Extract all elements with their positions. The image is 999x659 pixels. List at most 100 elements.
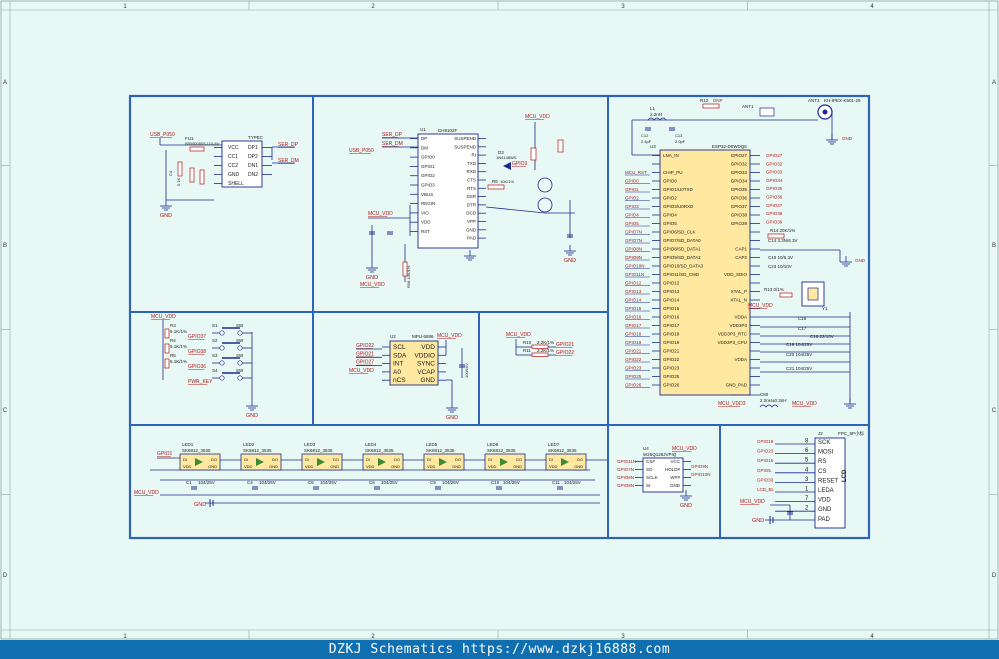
- mcu-pin-left: GPIO25: [663, 374, 680, 379]
- switch-ref: S3: [212, 353, 218, 358]
- switch-contact: [219, 375, 225, 381]
- led-pin: GND: [574, 464, 583, 469]
- net-label: GPIO38: [188, 349, 206, 355]
- mcu-pin-left: GPIO26: [663, 383, 680, 388]
- mcu-net-right: GPIO32: [766, 161, 783, 166]
- imu-part: MPU-6886: [412, 334, 434, 339]
- gnd-label: GND: [752, 518, 764, 524]
- cap-value: 2.4pF: [641, 139, 652, 144]
- zone-row-marker: D: [3, 573, 8, 579]
- lcd-net: GPIO23: [757, 449, 774, 454]
- zone-row-marker: C: [992, 408, 997, 414]
- lcd-label: LCD: [842, 469, 848, 482]
- net-label: MCU_VDD: [672, 446, 697, 452]
- mcu-net-left: GPIO22: [625, 357, 642, 362]
- res-value: 10K/1%: [500, 179, 514, 184]
- ch9102-pin-left: GPIO1: [421, 164, 435, 169]
- led-pin: VDD: [488, 464, 497, 469]
- cap-value: 100/10V: [464, 363, 469, 378]
- ch9102-pin-left: GPIO2: [421, 173, 435, 178]
- mcu-pin-left: GPIO4: [663, 213, 677, 218]
- lcd-net: GPIO18: [757, 439, 774, 444]
- led-part: SK6812_3535: [243, 448, 272, 453]
- ch9102-pin-left: VDD: [421, 220, 431, 225]
- switch-contact: [219, 345, 225, 351]
- cap-ref: C12: [641, 133, 649, 138]
- footer-text: DZKJ Schematics https://www.dzkj16888.co…: [328, 642, 671, 657]
- mcu-pin-right: VDD_SDIO: [724, 272, 748, 277]
- mcu-pin-left: GPIO5: [663, 221, 677, 226]
- net-label: MCU_VDD: [134, 490, 159, 496]
- net-label: SER_DP: [278, 142, 299, 148]
- net-label: GPIO37: [188, 334, 206, 340]
- led-pin: DO: [516, 457, 522, 462]
- mcu-pin-right: VDDA: [734, 315, 747, 320]
- net-label: GPIO1: [157, 451, 173, 457]
- zone-row-marker: C: [3, 408, 8, 414]
- lcd-part: FPC_8P小标: [838, 430, 865, 437]
- mcu-pin-right: CAP1: [735, 247, 747, 252]
- led-pin: DO: [394, 457, 400, 462]
- usb-pin-right: DN1: [248, 163, 258, 169]
- mcu-pin-left: GPIO16: [663, 315, 680, 320]
- button-pullup: [164, 343, 170, 354]
- button-pullup: [164, 328, 170, 339]
- usb-pin-right: DP2: [248, 154, 258, 160]
- usb-pin-left: CC2: [228, 163, 238, 169]
- mcu-pin-left: GPIO15: [663, 306, 680, 311]
- schematic-content: USB_P050FU1BSMD0805-110-6VTYPECVCCCC1CC2…: [128, 94, 871, 540]
- lcd-pin-name: GND: [818, 507, 832, 513]
- led-pin: DI: [427, 457, 431, 462]
- net-label: GPIO21: [556, 342, 574, 348]
- usb-pin-right: DN2: [248, 172, 258, 178]
- mcu-pin-left: GPIO10/SD_DATA3: [663, 264, 704, 269]
- led-part: SK6812_3535: [182, 448, 211, 453]
- mcu-ref: U3: [650, 144, 656, 149]
- cap-label: 2.2nH±0.3nH: [760, 398, 787, 403]
- gnd-label: GND: [246, 413, 258, 419]
- led-cap-ref: C5: [308, 480, 314, 485]
- led-pin: DI: [305, 457, 309, 462]
- flash-net-left: GPIO11N: [617, 459, 636, 464]
- mcu-net-left: GPIO9N: [625, 255, 642, 260]
- antenna-ref: ANT2: [808, 98, 820, 103]
- mcu-pin-right: CAP2: [735, 255, 747, 260]
- mcu-pin-left: GPIO8/SD_DATA1: [663, 247, 701, 252]
- inductor: [759, 404, 779, 408]
- led-pin: DI: [244, 457, 248, 462]
- led-pin: GND: [208, 464, 217, 469]
- ch9102-pin-right: SUSPEND: [454, 144, 477, 149]
- net-label: USB_P050: [150, 132, 175, 138]
- ch9102-pin-left: VBUS: [421, 192, 433, 197]
- mcu-net-left: GPIO21: [625, 349, 642, 354]
- i2c-pullup: [531, 352, 549, 357]
- zone-row-marker: B: [3, 243, 7, 249]
- net-label: GPIO22: [356, 343, 374, 349]
- res-ref: R5: [170, 353, 176, 358]
- mcu-pin-left: GPIO13: [663, 289, 680, 294]
- mcu-pin-left: GPIO12: [663, 281, 680, 286]
- mcu-net-right: GPIO34: [766, 178, 783, 183]
- mcu-net-left: GPIO15: [625, 306, 642, 311]
- led-pin: VDD: [183, 464, 192, 469]
- led-cap-value: 104/25V: [442, 480, 459, 485]
- zone-column-marker: 3: [621, 4, 625, 10]
- led-pin: DO: [577, 457, 583, 462]
- mcu-net-left: GPIO0: [625, 179, 639, 184]
- flash-pin-right: HOLD#: [665, 467, 681, 472]
- led-cap-ref: C6: [369, 480, 375, 485]
- usb-pin-left: GND: [228, 172, 240, 178]
- led-pin: GND: [330, 464, 339, 469]
- ch9102-part: CH9102F: [438, 128, 458, 133]
- chip-antenna: [759, 107, 775, 117]
- ch9102-pin-right: CTS: [467, 178, 476, 183]
- cc-resistor: [177, 161, 183, 177]
- led-cap-ref: C4: [247, 480, 253, 485]
- ch9102-pin-right: DCD: [466, 211, 476, 216]
- led-pin: GND: [452, 464, 461, 469]
- switch-contact: [237, 375, 243, 381]
- imu-pin-right: VDDIO: [414, 352, 435, 359]
- cap-label: C20 104/25V: [786, 352, 812, 357]
- net-label: MCU_VDD: [748, 303, 773, 309]
- imu-ref: U2: [390, 334, 396, 339]
